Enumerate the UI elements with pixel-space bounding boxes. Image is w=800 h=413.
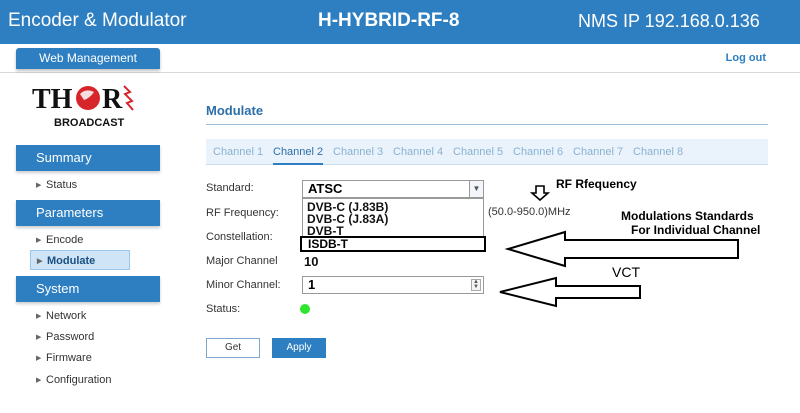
minor-channel-value: 1	[308, 277, 316, 292]
tab-channel-6[interactable]: Channel 6	[513, 139, 563, 165]
logo-graphic: TH R BROADCAST	[32, 84, 134, 129]
major-channel-label: Major Channel	[206, 255, 278, 267]
sidebar-item-encode[interactable]: ▶ Encode	[30, 230, 130, 250]
triangle-right-icon: ▶	[36, 182, 42, 189]
sidebar-item-label: Status	[46, 179, 78, 191]
sidebar-item-configuration[interactable]: ▶ Configuration	[30, 370, 130, 390]
triangle-right-icon: ▶	[36, 313, 42, 320]
title-divider	[206, 124, 768, 125]
rf-frequency-range: (50.0-950.0)MHz	[488, 206, 571, 218]
svg-text:TH: TH	[32, 84, 73, 115]
sidebar-item-firmware[interactable]: ▶ Firmware	[30, 348, 130, 368]
annotation-vct: VCT	[612, 264, 640, 280]
device-name: H-HYBRID-RF-8	[318, 10, 460, 31]
standard-select[interactable]: ATSC ▼	[302, 180, 484, 198]
tab-channel-1[interactable]: Channel 1	[213, 139, 263, 165]
annotation-modulations-line1: Modulations Standards	[621, 209, 754, 223]
tab-channel-7[interactable]: Channel 7	[573, 139, 623, 165]
sidebar-item-label: Password	[46, 331, 95, 343]
constellation-label: Constellation:	[206, 231, 273, 243]
sidebar-item-network[interactable]: ▶ Network	[30, 306, 130, 326]
top-bar: Web Management Log out	[0, 44, 800, 73]
sidebar-item-password[interactable]: ▶ Password	[30, 327, 130, 347]
minor-channel-input[interactable]: 1 ▲ ▼	[302, 276, 484, 294]
triangle-right-icon: ▶	[36, 355, 42, 362]
standard-option-isdbt[interactable]: ISDB-T	[300, 236, 486, 252]
tab-channel-5[interactable]: Channel 5	[453, 139, 503, 165]
apply-button[interactable]: Apply	[272, 338, 326, 358]
spinner-icon[interactable]: ▲ ▼	[471, 279, 481, 291]
rf-frequency-label: RF Frequency:	[206, 207, 279, 219]
tab-channel-3[interactable]: Channel 3	[333, 139, 383, 165]
logout-link[interactable]: Log out	[726, 52, 766, 64]
triangle-right-icon: ▶	[37, 258, 43, 265]
sidebar-section-system[interactable]: System	[16, 276, 160, 302]
app-title: Encoder & Modulator	[8, 10, 187, 31]
tab-channel-4[interactable]: Channel 4	[393, 139, 443, 165]
sidebar-item-label: Encode	[46, 234, 84, 246]
sidebar-item-label: Network	[46, 310, 87, 322]
tab-channel-8[interactable]: Channel 8	[633, 139, 683, 165]
sidebar-item-status[interactable]: ▶ Status	[30, 175, 130, 195]
web-management-tab[interactable]: Web Management	[16, 48, 160, 69]
triangle-right-icon: ▶	[36, 334, 42, 341]
sidebar-item-label: Firmware	[46, 352, 92, 364]
svg-text:R: R	[102, 84, 123, 115]
channel-tabs: Channel 1 Channel 2 Channel 3 Channel 4 …	[206, 139, 768, 165]
get-button[interactable]: Get	[206, 338, 260, 358]
standard-selected-value: ATSC	[308, 181, 343, 196]
sidebar-section-summary[interactable]: Summary	[16, 145, 160, 171]
chevron-down-icon[interactable]: ▼	[469, 181, 483, 197]
sidebar-section-parameters[interactable]: Parameters	[16, 200, 160, 226]
tab-channel-2[interactable]: Channel 2	[273, 139, 324, 165]
status-indicator	[300, 304, 310, 314]
triangle-right-icon: ▶	[36, 377, 42, 384]
annotation-modulations-line2: For Individual Channel	[631, 223, 761, 237]
sidebar-item-label: Configuration	[46, 374, 112, 386]
svg-text:BROADCAST: BROADCAST	[54, 117, 125, 129]
thor-broadcast-logo: TH R BROADCAST	[30, 82, 150, 132]
status-label: Status:	[206, 303, 241, 315]
triangle-right-icon: ▶	[36, 237, 42, 244]
page: Encoder & Modulator H-HYBRID-RF-8 NMS IP…	[0, 0, 800, 413]
major-channel-value: 10	[304, 254, 319, 269]
sidebar-item-modulate[interactable]: ▶ Modulate	[30, 250, 130, 270]
annotation-rf-frequency: RF Rfequency	[556, 177, 637, 191]
page-title: Modulate	[206, 103, 264, 118]
standard-label: Standard:	[206, 182, 254, 194]
nms-ip: NMS IP 192.168.0.136	[578, 11, 760, 31]
minor-channel-label: Minor Channel:	[206, 279, 281, 291]
sidebar-item-label: Modulate	[47, 255, 96, 267]
app-header: Encoder & Modulator H-HYBRID-RF-8 NMS IP…	[0, 0, 800, 44]
